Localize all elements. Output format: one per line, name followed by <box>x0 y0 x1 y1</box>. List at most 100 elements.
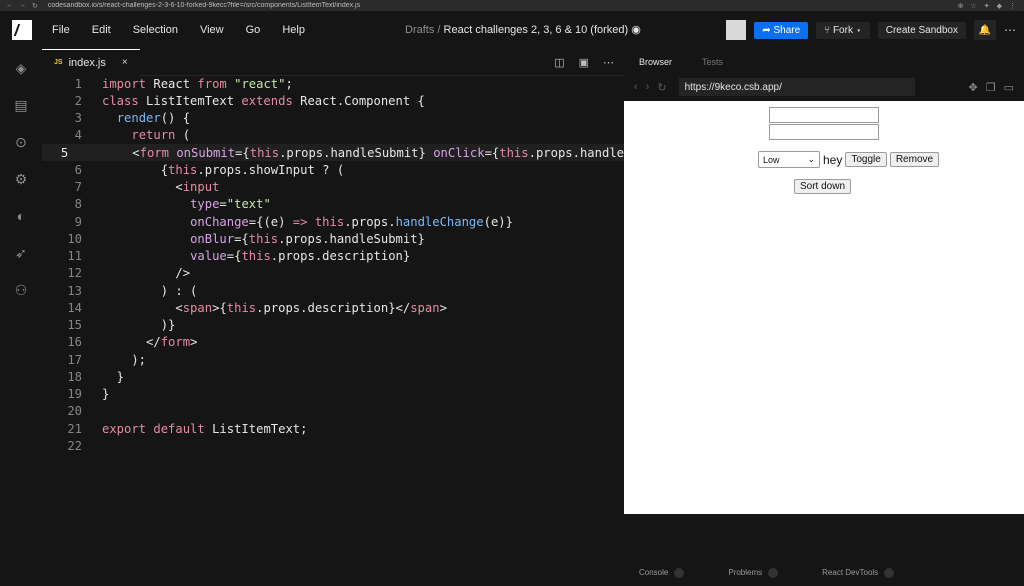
line-number: 2 <box>42 94 102 108</box>
tab-react-devtools[interactable]: React DevTools <box>822 568 894 578</box>
toggle-button[interactable]: Toggle <box>845 152 886 167</box>
preview-nav: ‹ › ↻ https://9keco.csb.app/ ✥ ❐ ▭ <box>624 75 1024 99</box>
fork-label: Fork <box>833 25 853 36</box>
back-icon[interactable]: ← <box>6 2 13 10</box>
preview-refresh-icon[interactable]: ↻ <box>657 81 666 94</box>
code-line: 16 </form> <box>42 334 624 351</box>
preview-tabs: Browser Tests <box>624 49 1024 75</box>
code-line: 2class ListItemText extends React.Compon… <box>42 92 624 109</box>
remove-button[interactable]: Remove <box>890 152 939 167</box>
line-number: 5 <box>42 146 88 160</box>
browser-url[interactable]: codesandbox.io/s/react-challenges-2-3-6-… <box>48 2 608 9</box>
code-area[interactable]: 1import React from "react"; 2class ListI… <box>42 75 624 455</box>
code-line: 19} <box>42 386 624 403</box>
preview-text-input-1[interactable] <box>769 107 879 123</box>
window-icon[interactable]: ▭ <box>1004 81 1014 94</box>
menu-file[interactable]: File <box>52 24 70 36</box>
line-number: 22 <box>42 439 102 453</box>
fork-icon: ⑂ <box>824 25 830 36</box>
app-topbar: File Edit Selection View Go Help Drafts … <box>0 11 1024 49</box>
chevron-down-icon[interactable]: ▾ <box>856 25 862 36</box>
search-icon[interactable]: ⊙ <box>12 133 30 151</box>
tab-console[interactable]: Console <box>639 568 684 578</box>
line-number: 21 <box>42 422 102 436</box>
crosshair-icon[interactable]: ✥ <box>969 81 978 94</box>
menu-help[interactable]: Help <box>282 24 305 36</box>
create-sandbox-button[interactable]: Create Sandbox <box>878 22 966 39</box>
tab-tests[interactable]: Tests <box>687 57 738 67</box>
preview-url-input[interactable]: https://9keco.csb.app/ <box>679 78 915 96</box>
copy-icon[interactable]: ❐ <box>986 81 996 94</box>
preview-back-icon[interactable]: ‹ <box>634 81 638 93</box>
line-number: 4 <box>42 128 102 142</box>
tab-label: index.js <box>69 57 106 69</box>
gear-icon[interactable]: ⚙ <box>12 170 30 188</box>
line-number: 8 <box>42 197 102 211</box>
code-line: 12 /> <box>42 265 624 282</box>
preview-text-input-2[interactable] <box>769 124 879 140</box>
code-editor: JS index.js × ◫ ▣ ⋯ 1import React from "… <box>42 49 624 576</box>
codesandbox-logo[interactable] <box>12 20 32 40</box>
code-line: 21export default ListItemText; <box>42 420 624 437</box>
fork-button[interactable]: ⑂ Fork ▾ <box>816 22 870 39</box>
breadcrumb-separator: / <box>437 24 440 36</box>
menu-view[interactable]: View <box>200 24 224 36</box>
code-line: 20 <box>42 403 624 420</box>
item-text: hey <box>823 153 842 167</box>
line-number: 20 <box>42 404 102 418</box>
more-actions-icon[interactable]: ⋯ <box>603 56 614 69</box>
share-label: Share <box>773 25 800 36</box>
preview-content: Low ⌄ hey Toggle Remove Sort down <box>624 101 1024 563</box>
menu-go[interactable]: Go <box>246 24 261 36</box>
code-line: 9 onChange={(e) => this.props.handleChan… <box>42 213 624 230</box>
priority-select[interactable]: Low ⌄ <box>758 151 820 168</box>
sandbox-title[interactable]: React challenges 2, 3, 6 & 10 (forked) <box>444 24 629 36</box>
menu-selection[interactable]: Selection <box>133 24 178 36</box>
activity-bar: ◈ ▤ ⊙ ⚙ ◐ ➶ ⚇ <box>0 49 42 586</box>
extension-icon[interactable]: ✦ <box>984 2 990 10</box>
devtools-count <box>884 568 894 578</box>
preview-icon[interactable]: ▣ <box>579 56 589 69</box>
menu-edit[interactable]: Edit <box>92 24 111 36</box>
file-icon[interactable]: ▤ <box>12 96 30 114</box>
code-line: 7 <input <box>42 179 624 196</box>
share-icon: ➦ <box>762 25 770 36</box>
share-button[interactable]: ➦ Share <box>754 22 808 39</box>
priority-select-value: Low <box>763 155 780 165</box>
puzzle-icon[interactable]: ◆ <box>997 2 1002 10</box>
split-icon[interactable]: ◫ <box>554 56 564 69</box>
code-line-active: 5 <form onSubmit={this.props.handleSubmi… <box>42 144 624 161</box>
rocket-icon[interactable]: ➶ <box>12 244 30 262</box>
preview-bottom-tabs: Console Problems React DevTools <box>624 514 1024 576</box>
menu-icon[interactable]: ⋮ <box>1009 2 1016 10</box>
tab-problems[interactable]: Problems <box>728 568 778 578</box>
zoom-icon[interactable]: ⊕ <box>958 2 964 10</box>
users-icon[interactable]: ⚇ <box>12 281 30 299</box>
more-icon[interactable]: ⋯ <box>1004 23 1016 37</box>
line-number: 17 <box>42 353 102 367</box>
github-icon[interactable]: ◐ <box>12 207 30 225</box>
js-file-icon: JS <box>54 59 63 66</box>
reload-icon[interactable]: ↻ <box>32 2 38 10</box>
sort-down-button[interactable]: Sort down <box>794 179 851 194</box>
bell-icon[interactable]: 🔔 <box>974 20 996 40</box>
globe-icon: ◉ <box>631 24 641 36</box>
forward-icon[interactable]: → <box>19 2 26 10</box>
code-line: 14 <span>{this.props.description}</span> <box>42 299 624 316</box>
editor-actions: ◫ ▣ ⋯ <box>554 56 624 69</box>
star-icon[interactable]: ☆ <box>970 2 976 10</box>
code-line: 4 return ( <box>42 127 624 144</box>
line-number: 13 <box>42 284 102 298</box>
line-number: 18 <box>42 370 102 384</box>
preview-forward-icon[interactable]: › <box>646 81 650 93</box>
problems-count <box>768 568 778 578</box>
code-line: 17 ); <box>42 351 624 368</box>
breadcrumb-folder[interactable]: Drafts <box>405 24 434 36</box>
cube-icon[interactable]: ◈ <box>12 59 30 77</box>
tab-index-js[interactable]: JS index.js × <box>42 49 140 76</box>
toolbar-right: ➦ Share ⑂ Fork ▾ Create Sandbox 🔔 ⋯ <box>726 20 1016 40</box>
browser-nav: ← → ↻ <box>0 2 44 10</box>
avatar[interactable] <box>726 20 746 40</box>
tab-browser[interactable]: Browser <box>624 57 687 67</box>
close-icon[interactable]: × <box>122 57 128 68</box>
